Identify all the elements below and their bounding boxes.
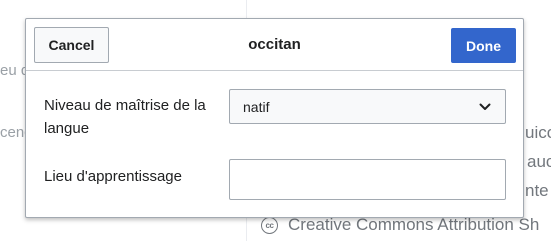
learning-place-input[interactable] [229,159,506,200]
creative-commons-icon: cc [261,216,278,234]
proficiency-select[interactable]: natif [229,89,506,124]
proficiency-selected-value: natif [243,99,270,115]
dialog-header: Cancel occitan Done [26,19,523,71]
language-dialog: Cancel occitan Done Niveau de maîtrise d… [25,18,524,218]
chevron-down-icon [479,103,491,110]
background-text-fragment: auc [527,152,551,171]
license-text[interactable]: Creative Commons Attribution Sh [288,215,539,235]
proficiency-label: Niveau de maîtrise de la langue [44,97,206,137]
background-text-fragment: uico [525,123,551,142]
background-text-fragment: nte [525,181,549,200]
dialog-title: occitan [248,36,301,53]
license-footer: cc Creative Commons Attribution Sh [261,215,539,235]
learning-place-label: Lieu d'apprentissage [44,168,182,185]
done-button[interactable]: Done [451,28,516,63]
